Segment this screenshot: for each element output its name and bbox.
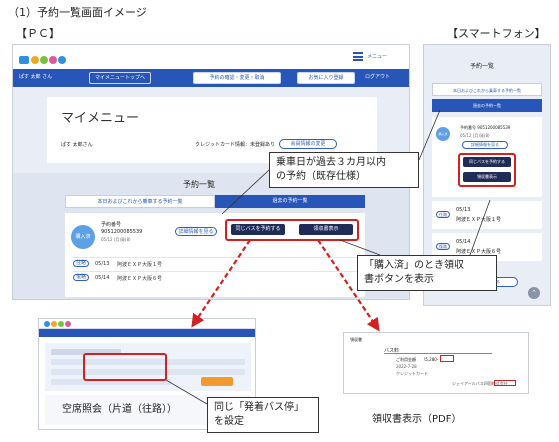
receipt-amount-label: ご利用金額 [396, 357, 416, 362]
sp-status-badge: 購入済 [436, 127, 450, 141]
member-name: ぱす 太郎さん [61, 142, 93, 148]
sp-trip-tag: 復路 [436, 243, 450, 250]
receipt-pdf-caption: 領収書表示（PDF） [372, 414, 462, 425]
receipt-amount: \5,280- [424, 357, 439, 362]
list-item[interactable]: 往路 05/13 阿波ＥＸＰ大阪１号 [432, 201, 542, 229]
reservation-label: 予約番号 [101, 222, 122, 228]
receipt-pdf: 領収書 バス料 ご利用金額 \5,280- 2022-7-28 クレジットカード… [343, 332, 529, 394]
trip-date: 05/13 [95, 261, 110, 267]
sp-receipt-button[interactable]: 領収書表示 [463, 172, 511, 182]
pc-topbar: メニュー [13, 45, 409, 69]
list-title: 予約一覧 [183, 180, 215, 189]
list-item[interactable]: 往路 05/13 阿波ＥＸＰ大阪１号 [73, 257, 357, 269]
sp-tab-past[interactable]: 過去の予約一覧 [432, 99, 542, 112]
divider [384, 353, 492, 354]
issuer-highlight [494, 380, 516, 386]
credit-change-button[interactable]: 会員情報の変更 [279, 139, 337, 149]
past-note-line1: 乗車日が過去３カ月以内 [276, 157, 386, 168]
sp-trip-date: 05/13 [456, 207, 471, 213]
same-bus-button[interactable]: 同じバスを予約する [231, 224, 285, 235]
trip-date: 05/14 [95, 275, 110, 281]
trip-tag: 復路 [73, 274, 89, 281]
trip-tag: 往路 [73, 260, 89, 267]
sp-reservation-card: 購入済 予約番号 9051200085539 05/12 (月)発(8) 詳細情… [432, 117, 542, 197]
sp-trip-route: 阿波ＥＸＰ大阪６号 [456, 249, 502, 255]
page-title: マイメニュー [61, 111, 140, 126]
past-note-line2: の予約（既存仕様） [276, 171, 366, 182]
menu-icon[interactable] [353, 52, 363, 61]
reservation-card: 購入済 予約番号 9051200085539 05/12 (月)発(8) 詳細情… [65, 213, 365, 297]
menu-label[interactable]: メニュー [367, 53, 387, 60]
stop-note-callout: 同じ「発着バス停」 を設定 [207, 397, 319, 433]
sp-reservation-number: 予約番号 9051200085539 [460, 125, 511, 130]
status-badge: 購入済 [71, 225, 95, 249]
stop-note-line1: 同じ「発着バス停」 [214, 402, 304, 413]
sp-trip-date: 05/14 [456, 239, 471, 245]
scroll-top-icon[interactable]: ⌃ [528, 287, 540, 299]
logo [19, 51, 67, 64]
reservation-list-area: 予約一覧 本日およびこれから乗車する予約一覧 過去の予約一覧 購入済 予約番号 … [13, 173, 409, 299]
sp-detail-button[interactable]: 詳細情報を見る [462, 141, 508, 149]
receipt-note-line2: 書ボタンを表示 [364, 274, 434, 285]
seat-search-caption: 空席照会（片道（往路）） [62, 404, 177, 415]
list-item[interactable]: 復路 05/14 阿波ＥＸＰ大阪６号 [73, 271, 357, 283]
nav-mymenu-button[interactable]: マイメニュートップへ [89, 72, 151, 84]
sp-title: 予約一覧 [470, 63, 495, 70]
sp-reservation-date: 05/12 (月)発(8) [460, 133, 490, 138]
section-title: （1）予約一覧画面イメージ [8, 6, 147, 19]
receipt-note-line1: 「購入済」のとき領収 [364, 260, 464, 271]
pc-navbar: ぱす 太郎 さん マイメニュートップへ 予約の確認・変更・取消 お気に入り登録 … [13, 69, 409, 87]
trip-route: 阿波ＥＸＰ大阪６号 [117, 276, 163, 282]
receipt-heading: 領収書 [350, 337, 362, 342]
past-note-callout: 乗車日が過去３カ月以内 の予約（既存仕様） [269, 152, 419, 188]
sp-trip-route: 阿波ＥＸＰ大阪１号 [456, 217, 502, 223]
nav-logout-link[interactable]: ログアウト [365, 73, 390, 80]
trip-route: 阿波ＥＸＰ大阪１号 [117, 262, 163, 268]
tab-past[interactable]: 過去の予約一覧 [215, 195, 365, 208]
amount-highlight [440, 355, 454, 362]
stop-note-line2: を設定 [214, 416, 244, 427]
seat-search-header [39, 319, 255, 329]
bus-stop-highlight-box [83, 353, 167, 381]
credit-info: クレジットカード情報：未登録あり [195, 142, 276, 148]
receipt-note-callout: 「購入済」のとき領収 書ボタンを表示 [357, 255, 497, 291]
seat-search-nav [39, 329, 255, 337]
user-name: ぱす 太郎 さん [19, 74, 53, 80]
reservation-number: 9051200085539 [101, 229, 143, 235]
receipt-payment-date: 2022-7-28 [396, 364, 417, 369]
detail-button[interactable]: 詳細情報を見る [175, 227, 217, 236]
tab-future[interactable]: 本日およびこれから乗車する予約一覧 [65, 195, 215, 208]
sp-trip-tag: 往路 [436, 211, 450, 218]
receipt-button[interactable]: 領収書表示 [299, 224, 353, 235]
pc-label: 【ＰＣ】 [16, 27, 60, 40]
receipt-payment-method: クレジットカード [396, 371, 428, 376]
sp-tab-future[interactable]: 本日およびこれから乗車する予約一覧 [432, 83, 542, 96]
sp-same-bus-button[interactable]: 同じバスを予約する [463, 157, 511, 167]
nav-search-button[interactable]: 予約の確認・変更・取消 [193, 72, 281, 84]
reservation-date: 05/12 (月)発(8) [101, 237, 131, 242]
sp-label: 【スマートフォン】 [447, 27, 546, 40]
nav-favorite-button[interactable]: お気に入り登録 [297, 72, 355, 84]
